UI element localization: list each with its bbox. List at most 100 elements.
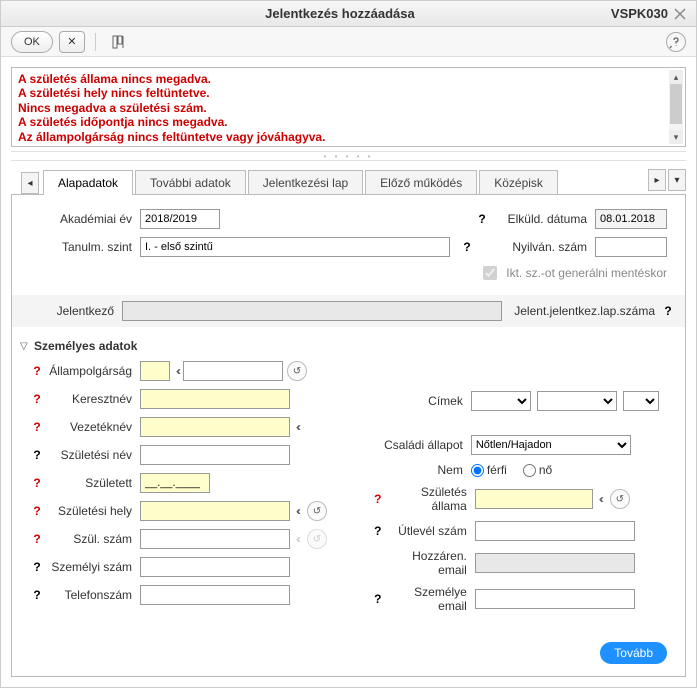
- label-allampolg: Állampolgárság: [44, 364, 140, 378]
- label-tanulm: Tanulm. szint: [30, 240, 140, 254]
- input-jelentkezo: [122, 301, 502, 321]
- help-icon[interactable]: ?: [30, 588, 44, 602]
- select-cimek3[interactable]: [623, 391, 659, 411]
- error-line: Nincs megadva a születési szám.: [18, 101, 667, 115]
- lookup-icon[interactable]: ‹‹: [294, 417, 303, 437]
- required-icon[interactable]: ?: [371, 492, 385, 506]
- input-hozzaren-email: [475, 553, 635, 573]
- tab-elozo[interactable]: Előző működés: [365, 170, 477, 194]
- scroll-down-icon[interactable]: ▾: [669, 130, 683, 144]
- label-utlevel: Útlevél szám: [385, 524, 475, 538]
- help-icon[interactable]: ?: [371, 524, 385, 538]
- input-allampolg-name[interactable]: [183, 361, 283, 381]
- error-line: Az állampolgárság nincs feltüntetve vagy…: [18, 130, 667, 144]
- label-csalad: Családi állapot: [371, 438, 471, 452]
- panel-alapadatok: Akadémiai év ? Elküld. dátuma Tanulm. sz…: [11, 195, 686, 677]
- reset-icon[interactable]: ↺: [287, 361, 307, 381]
- help-icon[interactable]: ?: [475, 212, 489, 226]
- window-title: Jelentkezés hozzáadása: [69, 6, 611, 21]
- label-elkuld: Elküld. dátuma: [505, 212, 595, 226]
- help-icon[interactable]: [666, 32, 686, 52]
- label-szemelye-email: Személye email: [385, 585, 475, 613]
- checkbox-ikt: [483, 266, 497, 280]
- select-csalad[interactable]: Nőtlen/Hajadon: [471, 435, 631, 455]
- ok-button[interactable]: OK: [11, 31, 53, 53]
- input-szulhely[interactable]: [140, 501, 290, 521]
- chevron-icon[interactable]: ‹‹: [294, 501, 303, 521]
- radio-no[interactable]: nő: [523, 463, 552, 477]
- toolbar: OK ✕: [1, 27, 696, 57]
- tab-tovabbi[interactable]: További adatok: [135, 170, 246, 194]
- input-szemelye-email[interactable]: [475, 589, 635, 609]
- label-szulhely: Születési hely: [44, 504, 140, 518]
- error-panel: A születés állama nincs megadva. A szüle…: [11, 67, 686, 147]
- error-line: A születés állama nincs megadva.: [18, 72, 667, 86]
- help-icon[interactable]: ?: [661, 304, 675, 318]
- required-icon[interactable]: ?: [30, 392, 44, 406]
- tool-button[interactable]: [106, 31, 132, 53]
- label-szemelyiszam: Személyi szám: [44, 560, 140, 574]
- row-jelentkezo: Jelentkező Jelent.jelentkez.lap.száma ?: [12, 295, 685, 327]
- error-line: A születési hely nincs feltüntetve.: [18, 86, 667, 100]
- input-szulallam[interactable]: [475, 489, 593, 509]
- label-szulallam: Születés állama: [385, 485, 475, 513]
- label-szulnev: Születési név: [44, 448, 140, 462]
- chevron-icon[interactable]: ‹‹: [597, 489, 606, 509]
- section-szemelyes[interactable]: ▽ Személyes adatok: [20, 339, 667, 353]
- tab-kozepisko[interactable]: Középisk: [479, 170, 558, 194]
- collapse-icon[interactable]: ▽: [20, 341, 30, 352]
- tab-jelentkezesi[interactable]: Jelentkezési lap: [248, 170, 363, 194]
- lookup-icon[interactable]: ‹‹: [174, 361, 183, 381]
- tab-alapadatok[interactable]: Alapadatok: [43, 170, 133, 195]
- error-line: A születés időpontja nincs megadva.: [18, 115, 667, 129]
- input-allampolg-code[interactable]: [140, 361, 170, 381]
- help-icon[interactable]: ?: [30, 560, 44, 574]
- input-vezeteknev[interactable]: [140, 417, 290, 437]
- help-icon[interactable]: ?: [460, 240, 474, 254]
- input-szulszam[interactable]: [140, 529, 290, 549]
- required-icon[interactable]: ?: [30, 476, 44, 490]
- required-icon[interactable]: ?: [30, 420, 44, 434]
- label-akademiai: Akadémiai év: [30, 212, 140, 226]
- tab-scroll-left[interactable]: ◂: [21, 172, 39, 194]
- label-nem: Nem: [371, 463, 471, 477]
- label-jelentkezo: Jelentkező: [22, 304, 122, 318]
- input-szulnev[interactable]: [140, 445, 290, 465]
- input-szemelyiszam[interactable]: [140, 557, 290, 577]
- input-utlevel[interactable]: [475, 521, 635, 541]
- help-icon[interactable]: ?: [371, 592, 385, 606]
- close-icon[interactable]: [672, 6, 688, 22]
- radio-ferfi[interactable]: férfi: [471, 463, 507, 477]
- input-akademiai[interactable]: [140, 209, 220, 229]
- required-icon[interactable]: ?: [30, 364, 44, 378]
- reset-icon[interactable]: ↺: [610, 489, 630, 509]
- label-vezeteknev: Vezetéknév: [44, 420, 140, 434]
- input-szuletett[interactable]: [140, 473, 210, 493]
- input-telefon[interactable]: [140, 585, 290, 605]
- window-code: VSPK030: [611, 6, 668, 21]
- label-keresztnev: Keresztnév: [44, 392, 140, 406]
- titlebar: Jelentkezés hozzáadása VSPK030: [1, 1, 696, 27]
- scroll-thumb[interactable]: [670, 84, 682, 124]
- scroll-up-icon[interactable]: ▴: [669, 70, 683, 84]
- tabstrip: ◂ Alapadatok További adatok Jelentkezési…: [11, 165, 686, 195]
- input-nyilvan[interactable]: [595, 237, 667, 257]
- scrollbar[interactable]: ▴ ▾: [669, 70, 683, 144]
- reset-icon-disabled: ↺: [307, 529, 327, 549]
- required-icon[interactable]: ?: [30, 504, 44, 518]
- cancel-button[interactable]: ✕: [59, 31, 85, 53]
- tab-scroll-right[interactable]: ▸: [648, 169, 666, 191]
- label-telefon: Telefonszám: [44, 588, 140, 602]
- input-keresztnev[interactable]: [140, 389, 290, 409]
- chevron-icon-disabled: ‹‹: [294, 529, 303, 549]
- next-button[interactable]: Tovább: [600, 642, 667, 664]
- input-tanulm[interactable]: [140, 237, 450, 257]
- required-icon[interactable]: ?: [30, 532, 44, 546]
- help-icon[interactable]: ?: [30, 448, 44, 462]
- label-hozzaren-email: Hozzáren. email: [385, 549, 475, 577]
- tab-dropdown[interactable]: ▾: [668, 169, 686, 191]
- splitter[interactable]: • • • • •: [11, 151, 686, 161]
- reset-icon[interactable]: ↺: [307, 501, 327, 521]
- select-cimek2[interactable]: [537, 391, 617, 411]
- select-cimek1[interactable]: [471, 391, 531, 411]
